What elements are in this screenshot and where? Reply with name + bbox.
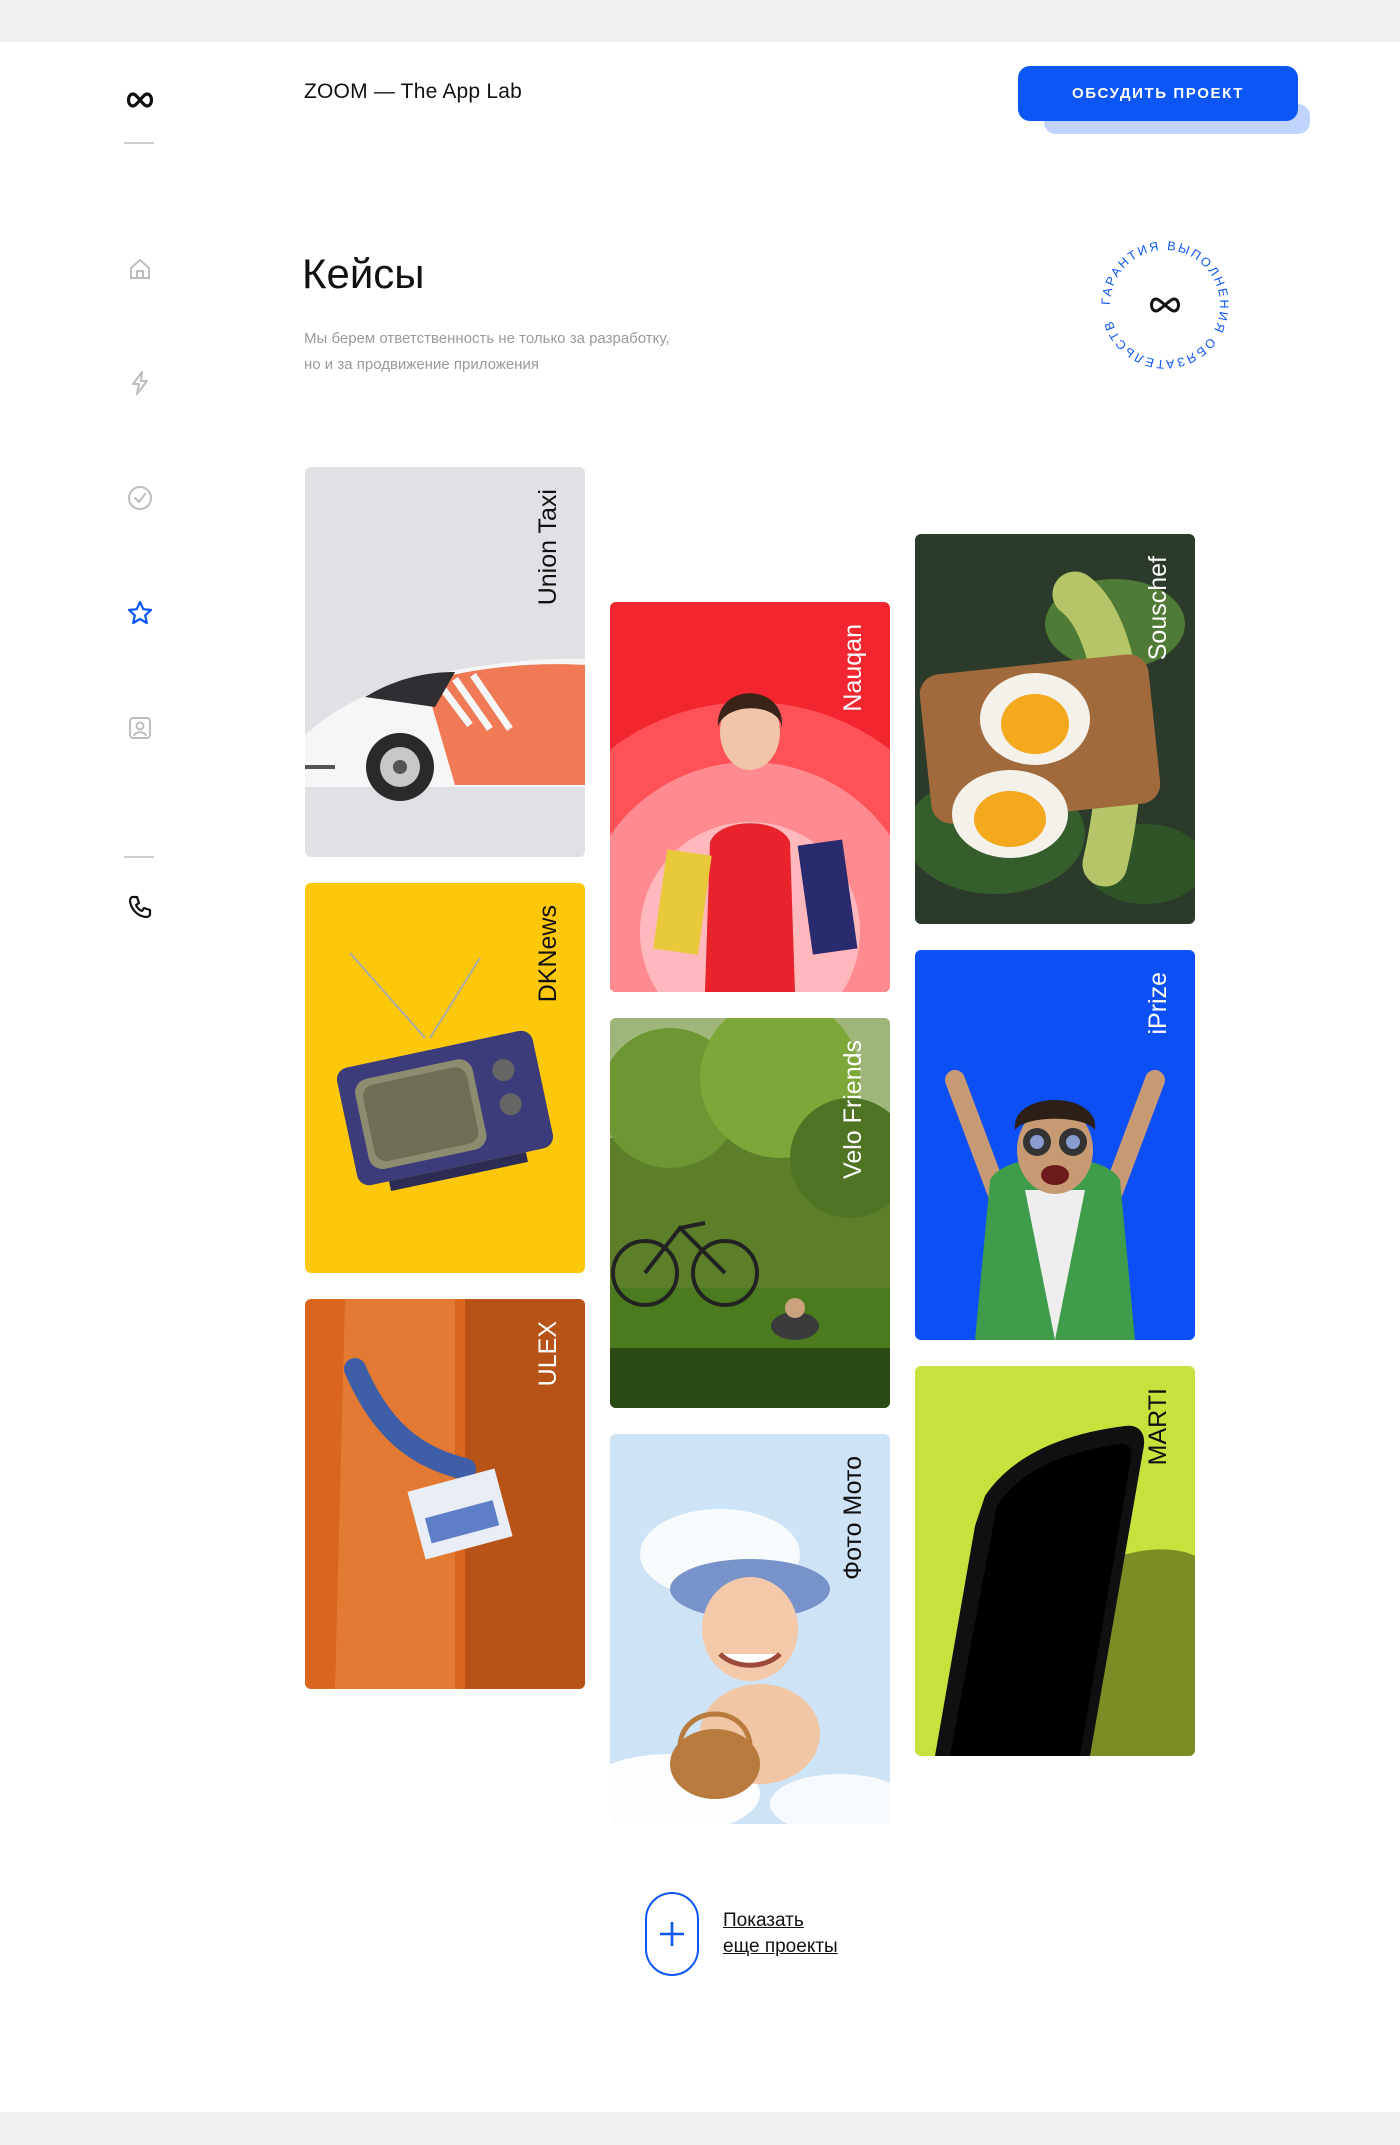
case-card-velo-friends[interactable]: Velo Friends: [610, 1018, 890, 1408]
page-subtitle: Мы берем ответственность не только за ра…: [304, 326, 774, 378]
case-card-nauqan[interactable]: Nauqan: [610, 602, 890, 992]
case-title: iPrize: [1144, 972, 1172, 1035]
star-icon[interactable]: [125, 598, 155, 628]
page-title: Кейсы: [302, 250, 425, 297]
case-title: Nauqan: [839, 624, 867, 712]
show-more-projects[interactable]: Показать еще проекты: [645, 1892, 838, 1976]
case-card-dknews[interactable]: DKNews: [305, 883, 585, 1273]
home-icon[interactable]: [125, 254, 155, 284]
show-more-line-1: Показать: [723, 1910, 804, 1931]
case-title: Velo Friends: [839, 1040, 867, 1179]
subtitle-line-1: Мы берем ответственность не только за ра…: [304, 330, 670, 347]
case-title: ULEX: [534, 1321, 562, 1387]
sidebar-divider: [124, 142, 154, 144]
case-title: Фото Мото: [839, 1456, 867, 1580]
case-card-foto-moto[interactable]: Фото Мото: [610, 1434, 890, 1824]
check-circle-icon[interactable]: [125, 483, 155, 513]
show-more-button[interactable]: [645, 1892, 699, 1976]
case-card-souschef[interactable]: Souschef: [915, 534, 1195, 924]
discuss-project-button[interactable]: ОБСУДИТЬ ПРОЕКТ: [1018, 66, 1298, 121]
show-more-link[interactable]: Показать еще проекты: [723, 1908, 838, 1960]
subtitle-line-2: но и за продвижение приложения: [304, 356, 539, 373]
plus-icon: [660, 1922, 684, 1946]
case-title: Souschef: [1144, 556, 1172, 661]
case-title: MARTI: [1144, 1388, 1172, 1466]
badge-infinity-icon: [1150, 297, 1180, 313]
page: ZOOM — The App Lab ОБСУДИТЬ ПРОЕКТ Кейсы…: [0, 42, 1400, 2112]
logo-infinity-icon[interactable]: [124, 90, 156, 110]
brand-name[interactable]: ZOOM — The App Lab: [304, 80, 522, 104]
guarantee-badge: ГАРАНТИЯ ВЫПОЛНЕНИЯ ОБЯЗАТЕЛЬСТВ: [1090, 230, 1240, 380]
case-card-ulex[interactable]: ULEX: [305, 1299, 585, 1689]
case-title: DKNews: [534, 905, 562, 1003]
case-title: Union Taxi: [534, 489, 562, 606]
lightning-icon[interactable]: [125, 368, 155, 398]
case-card-iprize[interactable]: iPrize: [915, 950, 1195, 1340]
contact-card-icon[interactable]: [125, 713, 155, 743]
sidebar-divider: [124, 856, 154, 858]
case-card-marti[interactable]: MARTI: [915, 1366, 1195, 1756]
show-more-line-2: еще проекты: [723, 1936, 838, 1957]
phone-icon[interactable]: [125, 892, 155, 922]
case-card-union-taxi[interactable]: Union Taxi: [305, 467, 585, 857]
